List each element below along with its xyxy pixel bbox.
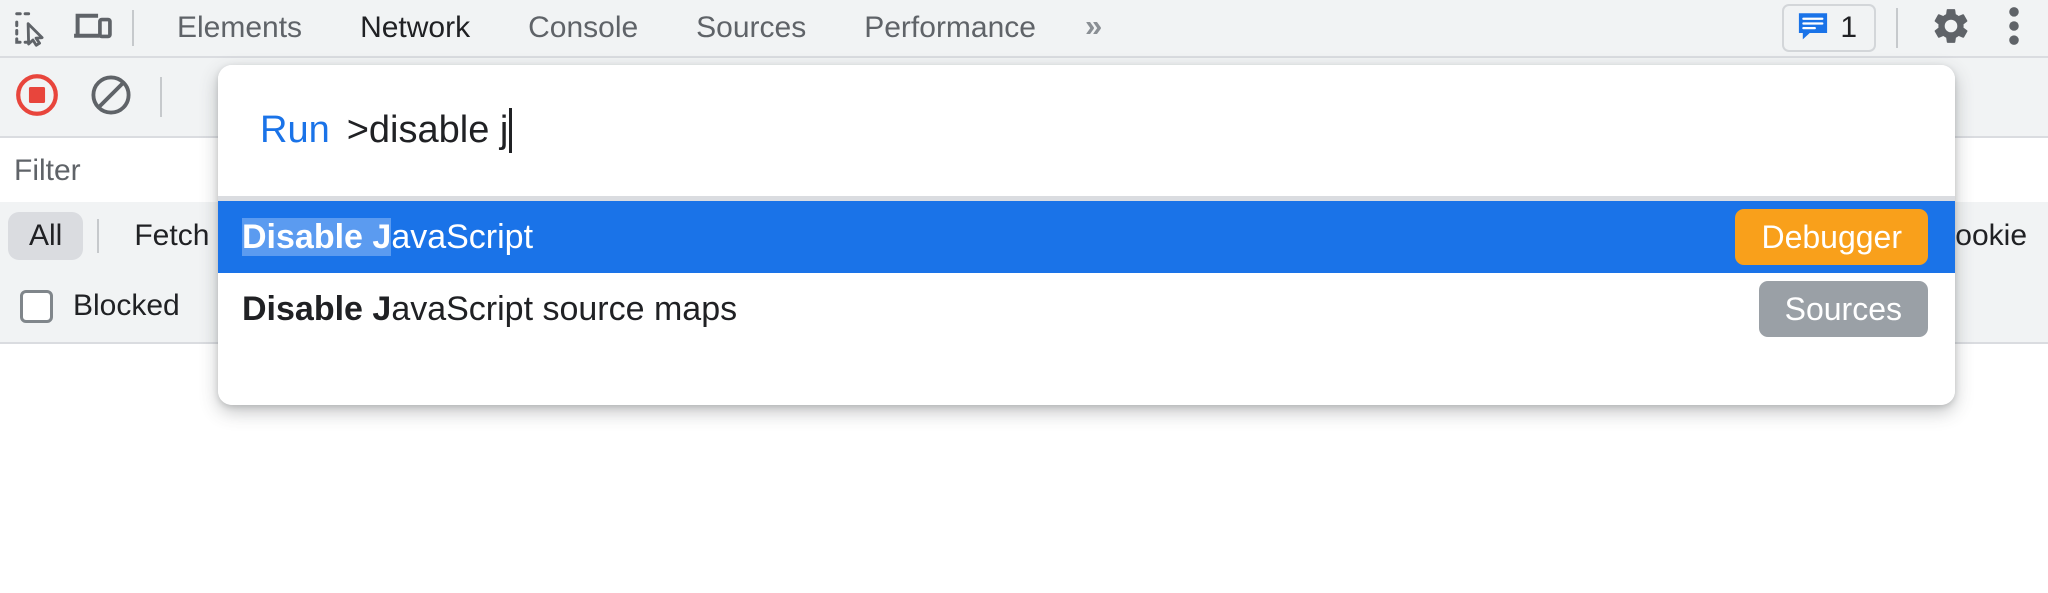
text-caret <box>509 108 513 153</box>
console-message-count: 1 <box>1840 11 1857 44</box>
tab-network[interactable]: Network <box>331 0 499 57</box>
vertical-dots-icon <box>2006 4 2022 53</box>
match-highlight: Disable J <box>242 289 392 328</box>
label-rest: avaScript <box>391 217 534 256</box>
clear-network-log-icon <box>89 73 133 122</box>
settings-button[interactable] <box>1918 5 1984 52</box>
tab-performance[interactable]: Performance <box>835 0 1065 57</box>
command-menu-item-label: Disable JavaScript <box>242 217 534 257</box>
more-tabs-button[interactable]: » <box>1065 0 1119 57</box>
command-menu-item-disable-javascript-source-maps[interactable]: Disable JavaScript source maps Sources <box>218 273 1955 345</box>
inspect-element-button[interactable] <box>0 0 62 57</box>
match-highlight: Disable J <box>242 217 392 256</box>
more-options-button[interactable] <box>1984 4 2038 53</box>
toolbar-right-controls: 1 <box>1782 0 2048 57</box>
devtools-tab-bar: Elements Network Console Sources Perform… <box>0 0 2048 58</box>
clear-network-log-button[interactable] <box>74 57 148 137</box>
network-toolbar-divider <box>160 77 162 117</box>
devtools-window: Elements Network Console Sources Perform… <box>0 0 2048 593</box>
label-rest: avaScript source maps <box>391 289 738 328</box>
chip-divider <box>97 219 100 253</box>
tab-elements[interactable]: Elements <box>148 0 331 57</box>
record-stop-icon <box>14 72 60 123</box>
chip-fetch[interactable]: Fetch <box>113 212 230 260</box>
command-menu-dialog: Run >disable j Disable JavaScript Debugg… <box>218 65 1955 405</box>
command-menu-item-badge: Sources <box>1758 280 1928 338</box>
command-menu-input-row[interactable]: Run >disable j <box>218 65 1955 196</box>
toolbar-divider <box>132 10 134 46</box>
tab-sources[interactable]: Sources <box>667 0 835 57</box>
filter-input[interactable]: Filter <box>0 154 81 188</box>
panel-tabs: Elements Network Console Sources Perform… <box>148 0 1119 57</box>
device-toolbar-icon <box>73 9 113 47</box>
tab-console[interactable]: Console <box>499 0 667 57</box>
blocked-requests-label: Blocked <box>73 289 180 322</box>
command-menu-item-badge: Debugger <box>1735 208 1928 266</box>
toggle-device-toolbar-button[interactable] <box>62 0 124 57</box>
command-menu-item-disable-javascript[interactable]: Disable JavaScript Debugger <box>218 201 1955 273</box>
command-menu-prefix-label: Run <box>260 109 330 151</box>
record-network-log-button[interactable] <box>0 57 74 137</box>
command-menu-footer <box>218 345 1955 405</box>
inspect-element-icon <box>12 9 50 47</box>
console-message-icon <box>1796 11 1830 46</box>
command-menu-item-label: Disable JavaScript source maps <box>242 290 737 329</box>
chip-all[interactable]: All <box>8 212 84 260</box>
command-menu-query: >disable j <box>346 109 509 151</box>
gear-icon <box>1930 5 1972 52</box>
console-message-badge[interactable]: 1 <box>1782 4 1876 52</box>
blocked-requests-checkbox[interactable] <box>20 289 53 323</box>
command-menu-results: Disable JavaScript Debugger Disable Java… <box>218 201 1955 345</box>
toolbar-divider-right <box>1896 8 1898 48</box>
